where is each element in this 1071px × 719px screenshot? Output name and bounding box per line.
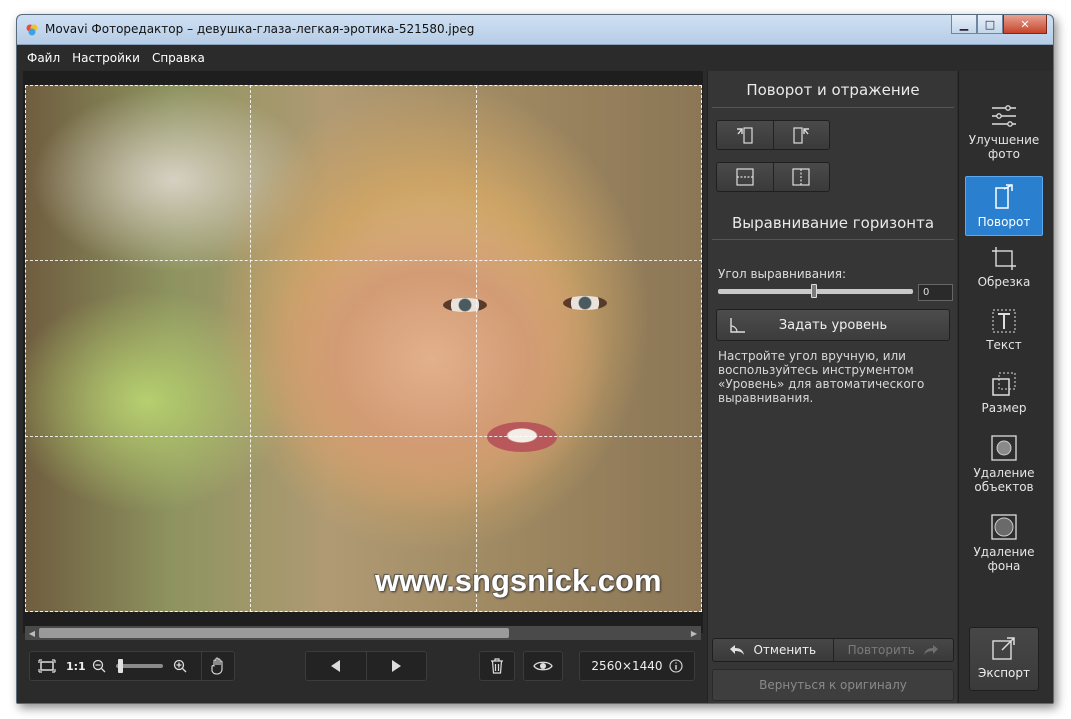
tool-rotate-label: Поворот — [977, 215, 1031, 229]
tool-object-removal[interactable]: Удаление объектов — [965, 434, 1043, 500]
zoom-out-icon[interactable] — [92, 659, 106, 673]
zoom-group: 1:1 — [29, 651, 235, 681]
horizon-section-title: Выравнивание горизонта — [731, 214, 935, 232]
app-window: Movavi Фоторедактор – девушка-глаза-легк… — [16, 14, 1054, 704]
image-info-group: 2560×1440 — [579, 651, 695, 681]
grid-line-h2 — [25, 435, 702, 437]
tool-crop[interactable]: Обрезка — [965, 245, 1043, 299]
image-size-label: 2560×1440 — [591, 659, 663, 673]
separator — [712, 107, 954, 108]
zoom-slider-knob[interactable] — [117, 659, 123, 673]
angle-slider[interactable] — [718, 284, 913, 298]
flip-vertical-icon — [736, 168, 754, 186]
sliders-icon — [992, 105, 1016, 127]
rotate-left-button[interactable] — [717, 121, 774, 149]
separator — [712, 239, 954, 240]
undo-label: Отменить — [753, 643, 817, 657]
grid-line-h1 — [25, 260, 702, 262]
menu-settings[interactable]: Настройки — [72, 51, 140, 65]
angle-label: Угол выравнивания: — [718, 267, 847, 281]
info-icon[interactable] — [669, 659, 683, 673]
window-controls: ▁ □ ✕ — [951, 15, 1047, 35]
next-image-icon[interactable] — [367, 652, 427, 680]
close-button[interactable]: ✕ — [1003, 15, 1047, 34]
title-bar: Movavi Фоторедактор – девушка-глаза-легк… — [17, 15, 1053, 45]
export-icon — [992, 637, 1015, 660]
maximize-button[interactable]: □ — [977, 15, 1003, 34]
tool-background-removal[interactable]: Удаление фона — [965, 513, 1043, 579]
crop-icon — [992, 247, 1016, 270]
menu-help[interactable]: Справка — [152, 51, 205, 65]
redo-label: Повторить — [847, 643, 915, 657]
photo-canvas[interactable]: www.sngsnick.com — [25, 85, 702, 612]
tool-rotate[interactable]: Поворот — [965, 176, 1043, 236]
help-text: Настройте угол вручную, или воспользуйте… — [718, 349, 925, 405]
menu-file[interactable]: Файл — [27, 51, 60, 65]
redo-button[interactable]: Повторить — [834, 639, 954, 661]
fit-screen-icon[interactable] — [38, 659, 56, 673]
prev-image-icon[interactable] — [306, 652, 367, 680]
tool-enhance-label: Улучшение фото — [968, 133, 1040, 161]
settings-panel: Поворот и отражение Выравнивание горизон… — [707, 71, 957, 703]
zoom-in-icon[interactable] — [173, 659, 187, 673]
canvas-area: www.sngsnick.com — [23, 71, 703, 633]
redo-icon — [923, 645, 938, 655]
minimize-button[interactable]: ▁ — [951, 15, 977, 34]
grid-line-v1 — [250, 85, 252, 612]
window-title: Movavi Фоторедактор – девушка-глаза-легк… — [45, 22, 475, 36]
grid-line-v2 — [475, 85, 477, 612]
delete-group — [479, 651, 515, 681]
rotate-right-button[interactable] — [774, 121, 830, 149]
scroll-right-icon[interactable]: ▶ — [687, 626, 701, 640]
undo-icon — [730, 645, 745, 655]
tool-resize[interactable]: Размер — [965, 371, 1043, 425]
tool-sidebar: Улучшение фото Поворот Обрезка Текст Раз… — [958, 71, 1053, 703]
navigation-group — [305, 651, 427, 681]
history-bar: Отменить Повторить — [712, 638, 954, 662]
set-level-button[interactable]: Задать уровень — [716, 309, 950, 341]
set-level-label: Задать уровень — [778, 317, 888, 333]
tool-enhance[interactable]: Улучшение фото — [965, 103, 1043, 167]
preview-group — [523, 651, 563, 681]
crop-grid-frame — [25, 85, 702, 612]
background-removal-icon — [991, 514, 1017, 540]
export-label: Экспорт — [977, 666, 1031, 680]
hand-icon[interactable] — [201, 652, 226, 680]
tool-text-label: Текст — [986, 338, 1022, 352]
revert-to-original-button[interactable]: Вернуться к оригиналу — [712, 669, 954, 701]
flip-button-group — [716, 162, 830, 192]
zoom-slider[interactable] — [115, 659, 163, 673]
bottom-toolbar: 1:1 2560×1440 — [23, 643, 703, 689]
rotate-left-icon — [736, 127, 753, 144]
scrollbar-thumb[interactable] — [39, 628, 509, 638]
watermark-text: www.sngsnick.com — [375, 563, 662, 598]
tool-crop-label: Обрезка — [977, 275, 1031, 289]
text-icon — [992, 309, 1016, 333]
export-button[interactable]: Экспорт — [969, 627, 1039, 691]
rotate-button-group — [716, 120, 830, 150]
zoom-1to1-button[interactable]: 1:1 — [66, 660, 86, 673]
tool-resize-label: Размер — [981, 401, 1027, 415]
object-removal-icon — [991, 435, 1017, 461]
menu-bar: Файл Настройки Справка — [17, 45, 1053, 71]
rotate-section-title: Поворот и отражение — [746, 81, 920, 99]
scroll-left-icon[interactable]: ◀ — [25, 626, 39, 640]
horizontal-scrollbar[interactable]: ◀ ▶ — [25, 626, 701, 640]
flip-horizontal-icon — [792, 168, 810, 186]
flip-horizontal-button[interactable] — [774, 163, 830, 191]
resize-icon — [992, 372, 1016, 396]
angle-slider-knob[interactable] — [811, 284, 817, 298]
angle-input[interactable]: 0 — [918, 284, 953, 301]
flip-vertical-button[interactable] — [717, 163, 774, 191]
undo-button[interactable]: Отменить — [713, 639, 834, 661]
tool-background-removal-label: Удаление фона — [973, 545, 1035, 573]
rotate-right-icon — [793, 127, 810, 144]
trash-icon[interactable] — [490, 658, 504, 674]
tool-object-removal-label: Удаление объектов — [973, 466, 1035, 494]
eye-icon[interactable] — [533, 659, 553, 673]
app-logo-icon — [26, 24, 38, 36]
rotate-icon — [995, 184, 1013, 209]
tool-text[interactable]: Текст — [965, 308, 1043, 362]
